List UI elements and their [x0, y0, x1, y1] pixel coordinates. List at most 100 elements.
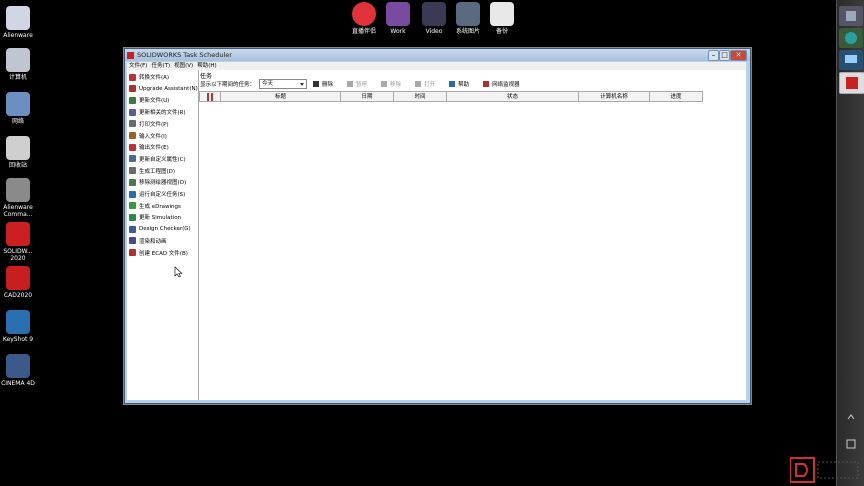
task-item[interactable]: 渲染和动画 — [129, 236, 167, 246]
app-icon — [127, 51, 134, 59]
toolbar-button[interactable]: 移除 — [381, 80, 401, 88]
column-header[interactable]: 状态 — [447, 91, 579, 102]
upgrade-assistant-icon — [129, 85, 136, 93]
import-files-icon — [129, 132, 136, 139]
task-item-label: 输入文件(I) — [139, 133, 167, 140]
toolbar-button-label: 移除 — [390, 82, 402, 88]
desktop-icon[interactable]: 系统图片 — [450, 2, 486, 35]
sort-icon — [207, 93, 213, 101]
sort-column[interactable] — [199, 91, 221, 102]
toolbar-button[interactable]: 暂停 — [347, 80, 367, 88]
taskbar-show-desktop[interactable] — [839, 412, 863, 422]
task-item[interactable]: 转换文件(A) — [129, 72, 169, 82]
desktop-icon-label: Work — [390, 28, 406, 35]
period-select[interactable]: 今天 — [259, 79, 308, 89]
desktop-icon-label: SOLIDW... 2020 — [3, 248, 33, 262]
menu-item[interactable]: 任务(T) — [151, 63, 170, 69]
minimize-button[interactable]: – — [708, 50, 719, 61]
task-item[interactable]: 输入文件(I) — [129, 131, 167, 141]
desktop-icon[interactable]: 网络 — [0, 92, 36, 125]
column-header[interactable]: 计算机名称 — [579, 91, 650, 102]
column-header[interactable]: 进度 — [650, 91, 703, 102]
close-button[interactable]: ✕ — [730, 50, 747, 61]
desktop-icon-label: 系统图片 — [455, 28, 480, 35]
maximize-button[interactable]: □ — [719, 50, 730, 61]
maximize-icon: □ — [721, 51, 728, 59]
desktop-icon[interactable]: 回收站 — [0, 136, 36, 169]
watermark-logo — [790, 457, 859, 483]
toolbar-button[interactable]: 帮助 — [449, 80, 469, 88]
window-title: SOLIDWORKS Task Scheduler — [137, 51, 232, 59]
tasks-pane: 任务 显示以下期间的任务： 今天 删除 暂停 移除 打开 帮助 网络监视器 标题 日期 时间状… — [199, 70, 746, 400]
title-bar[interactable]: SOLIDWORKS Task Scheduler — [125, 49, 750, 61]
desktop-icon[interactable]: CAD2020 — [0, 266, 36, 299]
ecad-icon — [129, 249, 136, 256]
desktop-icon[interactable]: KeyShot 9 — [0, 310, 36, 343]
task-item[interactable]: Design Checker(G) — [129, 224, 191, 234]
desktop-icon-label: 直播伴侣 — [351, 28, 376, 35]
taskbar-solidworks[interactable] — [839, 72, 864, 94]
toolbar-button[interactable]: 打开 — [415, 80, 435, 88]
task-item[interactable]: 生成 eDrawings — [129, 201, 181, 211]
desktop-icon[interactable]: CINEMA 4D — [0, 354, 36, 387]
taskbar-monitor[interactable] — [839, 50, 863, 70]
task-scheduler-window: SOLIDWORKS Task Scheduler – □ ✕ 文件(F) 任务(… — [124, 48, 751, 404]
task-item[interactable]: 打印文件(P) — [129, 119, 169, 129]
desktop-icon[interactable]: 计算机 — [0, 48, 36, 81]
menu-item[interactable]: 帮助(H) — [197, 63, 216, 69]
desktop-icon[interactable]: Alienware Comma... — [0, 178, 36, 218]
render-icon — [129, 237, 136, 245]
desktop-icon[interactable]: 备份 — [484, 2, 520, 35]
text-file-icon — [490, 2, 514, 26]
task-item[interactable]: 移除测绘器视图(O) — [129, 177, 186, 187]
tasks-table-header: 标题 日期 时间 状态 计算机名称 进度 — [199, 91, 703, 102]
filter-label: 显示以下期间的任务： — [200, 82, 256, 88]
desktop-icon[interactable]: SOLIDW... 2020 — [0, 222, 36, 262]
task-item-label: Upgrade Assistant(N) — [139, 85, 198, 92]
column-header[interactable]: 时间 — [394, 91, 447, 102]
task-item[interactable]: 创建 ECAD 文件(B) — [129, 248, 188, 258]
column-header[interactable]: 标题 — [221, 91, 341, 102]
menu-item[interactable]: 文件(F) — [129, 63, 147, 69]
update-files-icon — [129, 96, 136, 104]
toolbar-button-label: 暂停 — [356, 82, 368, 88]
cursor-icon — [174, 266, 183, 278]
task-item[interactable]: 输出文件(E) — [129, 142, 169, 152]
toolbar-button-label: 删除 — [322, 82, 334, 88]
desktop-icon[interactable]: Video — [416, 2, 452, 35]
taskbar-edge[interactable] — [839, 28, 863, 48]
desktop-icon-label: Video — [425, 28, 443, 35]
toolbar-button[interactable]: 网络监视器 — [483, 80, 520, 88]
drawing-icon — [129, 167, 136, 175]
delete-icon — [313, 81, 320, 87]
task-item[interactable]: 更新相关的文件(R) — [129, 107, 186, 117]
solidworks-icon — [6, 222, 30, 246]
menu-item[interactable]: 视图(V) — [174, 63, 193, 69]
task-item-label: Design Checker(G) — [139, 226, 191, 233]
task-item[interactable]: Upgrade Assistant(N) — [129, 84, 198, 94]
live-companion-icon — [352, 2, 376, 26]
task-item-label: 生成 eDrawings — [139, 203, 181, 210]
task-item-label: 更新文件(U) — [139, 98, 170, 105]
computer-icon — [6, 48, 30, 72]
toolbar-button[interactable]: 删除 — [313, 80, 333, 88]
task-item[interactable]: 更新 Simulation — [129, 212, 181, 222]
task-item[interactable]: 更新自定义属性(C) — [129, 154, 186, 164]
task-item-label: 移除测绘器视图(O) — [139, 180, 187, 187]
desktop-icon-label: KeyShot 9 — [2, 336, 34, 343]
notification-icon — [846, 439, 856, 449]
column-header[interactable]: 日期 — [341, 91, 394, 102]
desktop-icon[interactable]: Alienware — [0, 6, 36, 39]
menu-bar: 文件(F) 任务(T) 视图(V) 帮助(H) — [127, 62, 746, 70]
task-item[interactable]: 运行自定义任务(S) — [129, 189, 185, 199]
task-item[interactable]: 生成工程图(D) — [129, 166, 175, 176]
task-item[interactable]: 更新文件(U) — [129, 95, 169, 105]
remove-icon — [381, 81, 388, 87]
taskbar-pinned-app-1[interactable] — [839, 6, 863, 26]
desktop-icon-label: CINEMA 4D — [1, 380, 35, 387]
pause-icon — [347, 81, 354, 87]
desktop-icon[interactable]: 直播伴侣 — [346, 2, 382, 35]
desktop-icon-label: Alienware — [3, 32, 33, 39]
taskbar-action-center[interactable] — [839, 438, 863, 450]
desktop-icon[interactable]: Work — [380, 2, 416, 35]
